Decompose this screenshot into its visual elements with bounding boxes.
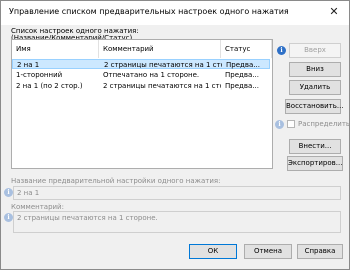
delete-button[interactable]: Удалить [289, 80, 341, 95]
column-header-name[interactable]: Имя [12, 40, 99, 58]
export-button[interactable]: Экспортиров... [287, 156, 343, 171]
distribute-checkbox[interactable] [287, 120, 295, 128]
list-header: Имя Комментарий Статус [12, 40, 272, 58]
name-field-label: Название предварительной настройки одног… [11, 177, 221, 185]
row-name: 2 на 1 [17, 61, 40, 69]
row-comment: Отпечатано на 1 стороне. [103, 71, 200, 79]
list-row[interactable]: 1-сторонний Отпечатано на 1 стороне. Пре… [12, 70, 270, 80]
move-down-button[interactable]: Вниз [289, 62, 341, 77]
row-status: Предва... [225, 71, 259, 79]
preset-name-field[interactable]: 2 на 1 [13, 186, 341, 200]
ok-button[interactable]: ОК [189, 244, 237, 259]
column-header-status[interactable]: Статус [221, 40, 272, 58]
help-button[interactable]: Справка [297, 244, 343, 259]
row-comment: 2 страницы печатаются на 1 сторо [104, 61, 222, 69]
row-status: Предва... [225, 82, 259, 90]
window-title: Управление списком предварительных настр… [9, 7, 289, 16]
info-icon: i [4, 188, 13, 197]
column-header-comment[interactable]: Комментарий [99, 40, 221, 58]
row-comment: 2 страницы печатаются на 1 сторо [103, 82, 221, 90]
comment-field[interactable]: 2 страницы печатаются на 1 стороне. [13, 211, 341, 233]
presets-list[interactable]: Имя Комментарий Статус 2 на 1 2 страницы… [11, 39, 273, 169]
restore-button[interactable]: Восстановить... [285, 99, 344, 114]
close-icon[interactable]: ✕ [319, 1, 349, 23]
import-button[interactable]: Внести... [289, 139, 341, 154]
row-status: Предва... [226, 61, 260, 69]
comment-field-label: Комментарий: [11, 203, 64, 211]
dialog-window: Управление списком предварительных настр… [0, 0, 350, 270]
info-icon: i [277, 46, 286, 55]
move-up-button[interactable]: Вверх [289, 43, 341, 58]
info-icon: i [275, 120, 284, 129]
title-bar: Управление списком предварительных настр… [1, 1, 349, 25]
info-icon: i [4, 213, 13, 222]
list-row[interactable]: 2 на 1 2 страницы печатаются на 1 сторо … [12, 59, 270, 69]
row-name: 2 на 1 (по 2 стор.) [16, 82, 83, 90]
distribute-label: Распределить [298, 120, 350, 128]
row-name: 1-сторонний [16, 71, 63, 79]
list-row[interactable]: 2 на 1 (по 2 стор.) 2 страницы печатаютс… [12, 81, 270, 91]
cancel-button[interactable]: Отмена [244, 244, 292, 259]
